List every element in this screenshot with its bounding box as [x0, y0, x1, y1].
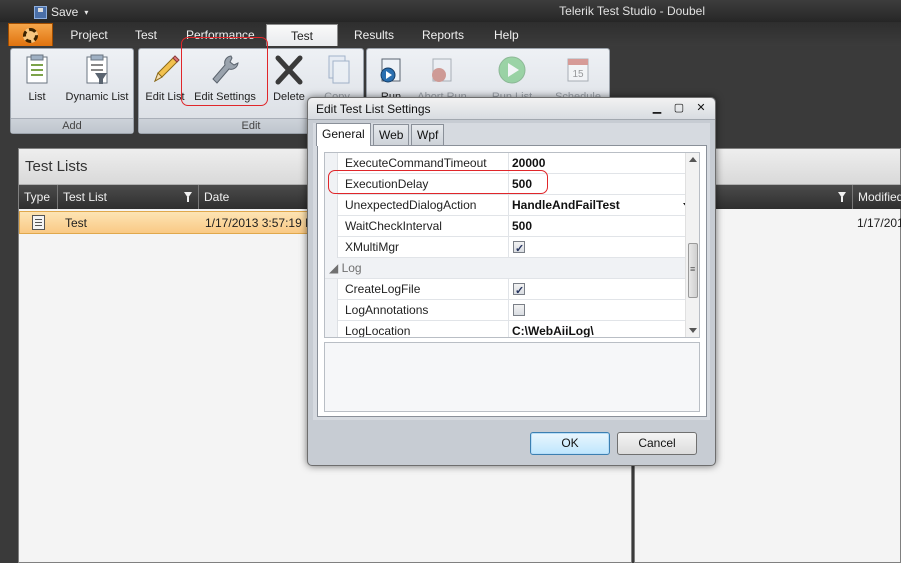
gear-icon: [23, 27, 38, 43]
quick-access-save[interactable]: Save ▾: [34, 4, 88, 20]
property-row[interactable]: WaitCheckInterval 500: [325, 216, 695, 237]
property-row[interactable]: CreateLogFile: [325, 279, 695, 302]
property-name: XMultiMgr: [339, 237, 509, 258]
property-name: WaitCheckInterval: [339, 216, 509, 237]
property-checkbox[interactable]: [513, 239, 525, 260]
property-value[interactable]: C:\WebAiiLog\: [510, 321, 695, 337]
property-name: CreateLogFile: [339, 279, 509, 300]
abort-run-icon: [432, 58, 452, 82]
tab-test[interactable]: Test: [122, 24, 170, 46]
col-modified[interactable]: Modified: [853, 185, 901, 209]
edit-test-list-settings-dialog: Edit Test List Settings ▁ ▢ ✕ General We…: [307, 97, 716, 466]
tab-help[interactable]: Help: [482, 24, 528, 46]
delete-button[interactable]: Delete: [269, 53, 309, 113]
property-dropdown-value: HandleAndFailTest: [512, 198, 620, 212]
property-checkbox[interactable]: [513, 304, 525, 316]
delete-x-icon: [275, 55, 303, 85]
tab-web[interactable]: Web: [373, 124, 410, 145]
new-list-button[interactable]: List: [17, 53, 57, 113]
chevron-down-icon[interactable]: ▾: [84, 8, 88, 17]
ok-button[interactable]: OK: [530, 432, 610, 455]
col-date-label: Date: [204, 190, 230, 204]
right-row-modified: 1/17/2013: [857, 216, 901, 230]
cancel-button[interactable]: Cancel: [617, 432, 697, 455]
edit-list-label: Edit List: [145, 91, 185, 103]
tab-wpf[interactable]: Wpf: [411, 124, 445, 145]
application-menu-button[interactable]: [8, 23, 53, 46]
ribbon-group-add: List Dynamic List Add: [10, 48, 134, 134]
tab-project[interactable]: Project: [58, 24, 120, 46]
col-test-list-label: Test List: [63, 190, 108, 204]
test-list-doc-icon: [32, 215, 45, 230]
app-title: Telerik Test Studio - Doubel: [559, 4, 705, 18]
edit-settings-highlight: [181, 37, 268, 106]
property-value[interactable]: 500: [510, 216, 695, 237]
ribbon-tab-row: Project Test Performance Test Lists Resu…: [0, 22, 901, 65]
property-row[interactable]: UnexpectedDialogAction HandleAndFailTest: [325, 195, 695, 216]
row-date: 1/17/2013 3:57:19 PM: [205, 216, 310, 230]
tab-results[interactable]: Results: [342, 24, 406, 46]
dynamic-list-icon: [86, 54, 108, 84]
table-row[interactable]: Test 1/17/2013 3:57:19 PM: [19, 211, 311, 234]
tab-general[interactable]: General: [316, 123, 371, 146]
property-name: LogAnnotations: [339, 300, 509, 321]
category-label: ◢ Log: [329, 261, 362, 275]
scroll-thumb[interactable]: [688, 243, 698, 298]
pencil-icon: [154, 55, 180, 83]
svg-text:15: 15: [572, 69, 584, 80]
dynamic-list-button[interactable]: Dynamic List: [61, 53, 133, 113]
close-icon[interactable]: ✕: [693, 101, 709, 116]
tab-reports[interactable]: Reports: [410, 24, 476, 46]
tab-test-lists[interactable]: Test Lists: [266, 24, 338, 65]
dynamic-list-label: Dynamic List: [65, 91, 129, 103]
title-bar: Save ▾ Telerik Test Studio - Doubel: [0, 0, 901, 22]
property-name: UnexpectedDialogAction: [339, 195, 509, 216]
save-icon: [34, 5, 47, 19]
calendar-icon: 15: [567, 58, 589, 82]
property-row[interactable]: LogLocation C:\WebAiiLog\: [325, 321, 695, 337]
property-row[interactable]: XMultiMgr: [325, 237, 695, 260]
delete-label: Delete: [273, 91, 305, 103]
vertical-scrollbar[interactable]: [685, 153, 699, 337]
list-icon: [26, 54, 48, 84]
run-icon: [380, 58, 401, 83]
play-icon: [498, 56, 526, 84]
new-list-label: List: [28, 91, 46, 103]
property-name: LogLocation: [339, 321, 509, 337]
save-label: Save: [51, 5, 79, 19]
row-name: Test: [65, 216, 88, 230]
copy-icon: [328, 55, 350, 84]
edit-list-button[interactable]: Edit List: [144, 53, 186, 113]
execution-delay-highlight: [328, 170, 548, 194]
dialog-body: General Web Wpf ExecuteCommandTimeout 20…: [313, 123, 710, 420]
ribbon-group-add-label: Add: [11, 118, 133, 133]
col-test-list[interactable]: Test List: [58, 185, 199, 209]
property-row[interactable]: LogAnnotations: [325, 300, 695, 321]
scroll-down-icon[interactable]: [689, 328, 697, 333]
minimize-icon[interactable]: ▁: [649, 101, 665, 116]
col-type[interactable]: Type: [19, 185, 58, 209]
filter-icon[interactable]: [838, 192, 846, 202]
scroll-up-icon[interactable]: [689, 157, 697, 162]
property-checkbox[interactable]: [513, 281, 525, 302]
property-description-area: [324, 342, 700, 412]
property-dropdown[interactable]: HandleAndFailTest: [510, 195, 695, 216]
filter-icon[interactable]: [184, 192, 192, 202]
dialog-title: Edit Test List Settings: [316, 102, 431, 116]
maximize-icon[interactable]: ▢: [671, 101, 687, 116]
property-category[interactable]: ◢ Log: [325, 258, 695, 279]
dialog-title-bar[interactable]: Edit Test List Settings ▁ ▢ ✕: [308, 98, 715, 120]
